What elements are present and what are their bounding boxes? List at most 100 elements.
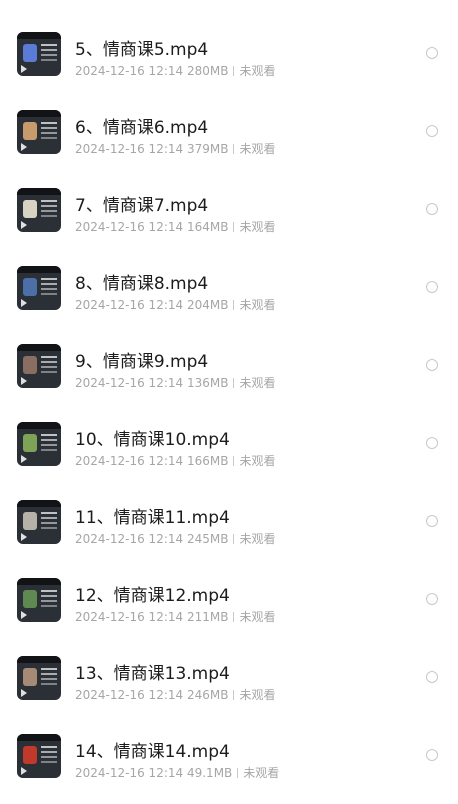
play-icon [21,299,27,307]
file-row[interactable]: 6、情商课6.mp4 2024-12-16 12:14 379MB 未观看 [0,102,458,180]
file-row[interactable]: 11、情商课11.mp4 2024-12-16 12:14 245MB 未观看 [0,492,458,570]
file-date: 2024-12-16 12:14 [75,220,184,234]
video-thumbnail [17,422,61,466]
file-row[interactable]: 5、情商课5.mp4 2024-12-16 12:14 280MB 未观看 [0,24,458,102]
file-row[interactable]: 8、情商课8.mp4 2024-12-16 12:14 204MB 未观看 [0,258,458,336]
meta-divider [233,66,235,76]
watch-status: 未观看 [239,220,276,234]
watch-status: 未观看 [243,766,280,780]
file-row[interactable]: 13、情商课13.mp4 2024-12-16 12:14 246MB 未观看 [0,648,458,726]
file-name: 7、情商课7.mp4 [75,196,209,216]
play-icon [21,65,27,73]
select-radio-button[interactable] [426,593,438,605]
file-date: 2024-12-16 12:14 [75,376,184,390]
file-size: 164MB [186,220,229,234]
file-size: 280MB [186,64,229,78]
file-row[interactable]: 10、情商课10.mp4 2024-12-16 12:14 166MB 未观看 [0,414,458,492]
play-icon [21,221,27,229]
file-name: 9、情商课9.mp4 [75,352,209,372]
file-meta: 2024-12-16 12:14 136MB 未观看 [75,374,275,391]
play-icon [21,143,27,151]
file-size: 136MB [186,376,229,390]
play-icon [21,689,27,697]
meta-divider [233,456,235,466]
file-size: 49.1MB [186,766,233,780]
meta-divider [233,534,235,544]
file-row[interactable]: 12、情商课12.mp4 2024-12-16 12:14 211MB 未观看 [0,570,458,648]
file-row[interactable]: 7、情商课7.mp4 2024-12-16 12:14 164MB 未观看 [0,180,458,258]
select-radio-button[interactable] [426,437,438,449]
video-thumbnail [17,500,61,544]
meta-divider [237,768,239,778]
file-meta: 2024-12-16 12:14 280MB 未观看 [75,62,275,79]
file-size: 166MB [186,454,229,468]
video-thumbnail [17,32,61,76]
file-name: 13、情商课13.mp4 [75,664,230,684]
meta-divider [233,612,235,622]
video-thumbnail [17,656,61,700]
file-date: 2024-12-16 12:14 [75,688,184,702]
play-icon [21,377,27,385]
meta-divider [233,144,235,154]
select-radio-button[interactable] [426,281,438,293]
meta-divider [233,222,235,232]
file-meta: 2024-12-16 12:14 49.1MB 未观看 [75,764,279,781]
file-date: 2024-12-16 12:14 [75,610,184,624]
select-radio-button[interactable] [426,515,438,527]
file-size: 246MB [186,688,229,702]
file-name: 12、情商课12.mp4 [75,586,230,606]
select-radio-button[interactable] [426,359,438,371]
file-date: 2024-12-16 12:14 [75,454,184,468]
file-date: 2024-12-16 12:14 [75,142,184,156]
select-radio-button[interactable] [426,203,438,215]
file-meta: 2024-12-16 12:14 204MB 未观看 [75,296,275,313]
watch-status: 未观看 [239,610,276,624]
file-date: 2024-12-16 12:14 [75,298,184,312]
meta-divider [233,300,235,310]
video-thumbnail [17,344,61,388]
file-meta: 2024-12-16 12:14 379MB 未观看 [75,140,275,157]
play-icon [21,533,27,541]
video-thumbnail [17,188,61,232]
file-row[interactable]: 14、情商课14.mp4 2024-12-16 12:14 49.1MB 未观看 [0,726,458,804]
play-icon [21,455,27,463]
watch-status: 未观看 [239,64,276,78]
watch-status: 未观看 [239,454,276,468]
play-icon [21,611,27,619]
select-radio-button[interactable] [426,671,438,683]
play-icon [21,767,27,775]
video-thumbnail [17,734,61,778]
file-name: 8、情商课8.mp4 [75,274,209,294]
file-meta: 2024-12-16 12:14 245MB 未观看 [75,530,275,547]
file-meta: 2024-12-16 12:14 166MB 未观看 [75,452,275,469]
select-radio-button[interactable] [426,47,438,59]
file-name: 10、情商课10.mp4 [75,430,230,450]
select-radio-button[interactable] [426,125,438,137]
watch-status: 未观看 [239,376,276,390]
video-thumbnail [17,578,61,622]
file-meta: 2024-12-16 12:14 246MB 未观看 [75,686,275,703]
file-name: 5、情商课5.mp4 [75,40,209,60]
file-row[interactable]: 9、情商课9.mp4 2024-12-16 12:14 136MB 未观看 [0,336,458,414]
file-meta: 2024-12-16 12:14 211MB 未观看 [75,608,275,625]
file-date: 2024-12-16 12:14 [75,64,184,78]
file-meta: 2024-12-16 12:14 164MB 未观看 [75,218,275,235]
watch-status: 未观看 [239,142,276,156]
file-date: 2024-12-16 12:14 [75,532,184,546]
video-thumbnail [17,266,61,310]
video-thumbnail [17,110,61,154]
file-name: 6、情商课6.mp4 [75,118,209,138]
watch-status: 未观看 [239,688,276,702]
select-radio-button[interactable] [426,749,438,761]
meta-divider [233,690,235,700]
watch-status: 未观看 [239,532,276,546]
file-size: 211MB [186,610,229,624]
watch-status: 未观看 [239,298,276,312]
meta-divider [233,378,235,388]
file-size: 245MB [186,532,229,546]
file-size: 379MB [186,142,229,156]
video-file-list: 5、情商课5.mp4 2024-12-16 12:14 280MB 未观看 6、情… [0,0,458,800]
file-size: 204MB [186,298,229,312]
file-name: 14、情商课14.mp4 [75,742,230,762]
file-date: 2024-12-16 12:14 [75,766,184,780]
